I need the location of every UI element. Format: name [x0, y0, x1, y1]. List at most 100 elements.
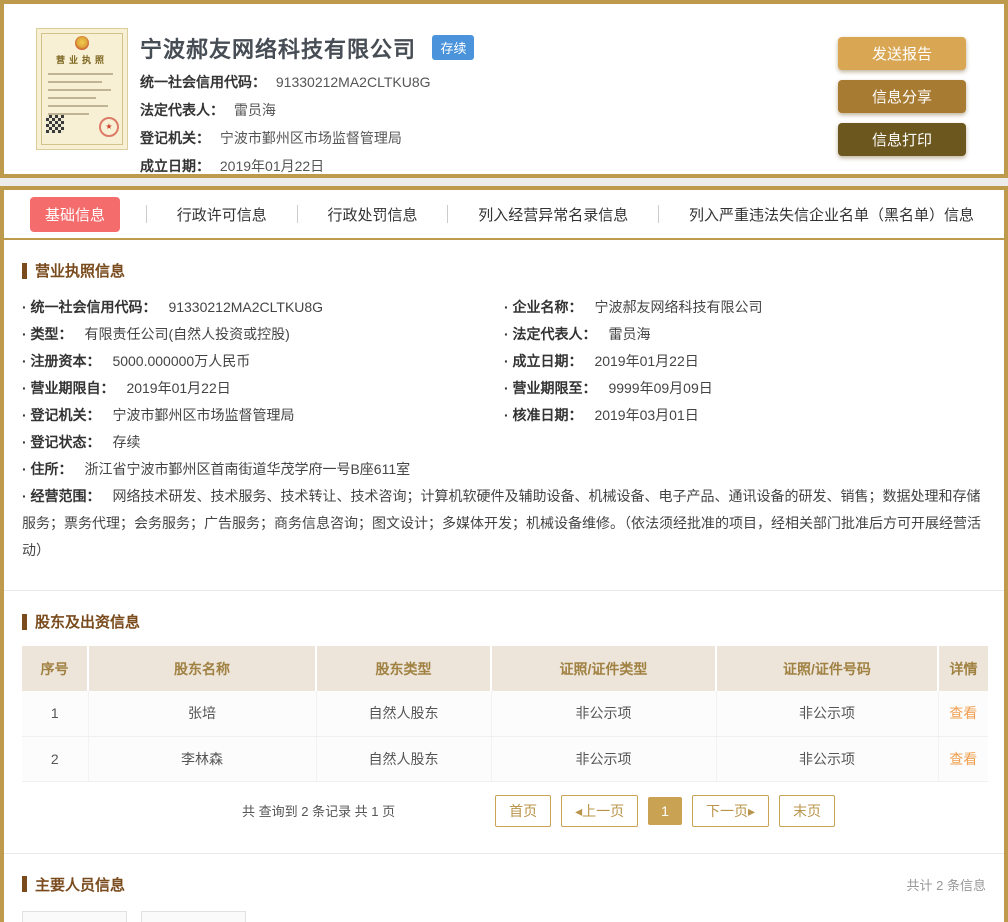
pagination: 共 查询到 2 条记录 共 1 页 首页 ◂上一页 1 下一页▸ 末页 — [22, 794, 986, 827]
business-license-image: 营业执照 — [36, 28, 128, 150]
license-thumb-title: 营业执照 — [55, 55, 108, 65]
col-header-cert-type: 证照/证件类型 — [491, 646, 717, 691]
tab-admin-license[interactable]: 行政许可信息 — [173, 198, 271, 231]
company-header-info: 宁波郝友网络科技有限公司 存续 统一社会信用代码： 91330212MA2CLT… — [140, 32, 475, 176]
cell-no: 1 — [22, 691, 89, 737]
field-label: · 经营范围： — [22, 488, 101, 504]
cell-cert-type: 非公示项 — [491, 736, 717, 782]
tab-divider — [658, 205, 660, 223]
field-label: · 住所： — [22, 461, 73, 477]
cell-detail: 查看 — [938, 691, 988, 737]
field-value: 2019年01月22日 — [594, 353, 699, 369]
field-label: · 类型： — [22, 326, 73, 342]
company-title-row: 宁波郝友网络科技有限公司 存续 — [140, 32, 475, 64]
field-label: · 登记机关： — [22, 407, 101, 423]
field-value: 宁波郝友网络科技有限公司 — [594, 299, 763, 315]
field-value: 2019年03月01日 — [594, 407, 699, 423]
field-label: · 营业期限至： — [504, 380, 597, 396]
field-credit-code: · 统一社会信用代码： 91330212MA2CLTKU8G — [22, 294, 504, 321]
section-divider — [4, 590, 1004, 591]
field-legal-representative: · 法定代表人： 雷员海 — [504, 321, 986, 348]
person-card[interactable]: 张培 监事 — [141, 910, 246, 922]
tab-basic-info[interactable]: 基础信息 — [30, 196, 121, 232]
qr-code-icon — [46, 115, 64, 133]
field-label: · 核准日期： — [504, 407, 583, 423]
field-label: · 成立日期： — [504, 353, 583, 369]
header-field-registry: 登记机关： 宁波市鄞州区市场监督管理局 — [140, 129, 474, 148]
field-company-type: · 类型： 有限责任公司(自然人投资或控股) — [22, 321, 504, 348]
cell-type: 自然人股东 — [316, 736, 492, 782]
field-label: · 注册资本： — [22, 353, 101, 369]
field-label: 法定代表人： — [140, 102, 224, 118]
tab-blacklist[interactable]: 列入严重违法失信企业名单（黑名单）信息 — [685, 198, 978, 231]
red-seal-icon — [99, 117, 119, 137]
tab-admin-penalty[interactable]: 行政处罚信息 — [323, 198, 421, 231]
print-info-button[interactable]: 信息打印 — [838, 123, 966, 156]
cell-name: 李林森 — [88, 736, 317, 782]
table-header-row: 序号 股东名称 股东类型 证照/证件类型 证照/证件号码 详情 — [22, 646, 988, 691]
prev-page-button[interactable]: ◂上一页 — [561, 794, 639, 827]
field-value: 9999年09月09日 — [608, 380, 713, 396]
field-business-scope: · 经营范围： 网络技术研发、技术服务、技术转让、技术咨询；计算机软硬件及辅助设… — [22, 483, 986, 564]
field-label: 统一社会信用代码： — [140, 74, 266, 90]
field-value: 浙江省宁波市鄞州区首南街道华茂学府一号B座611室 — [84, 461, 411, 477]
cell-cert-no: 非公示项 — [716, 736, 939, 782]
section-title-license-info: 营业执照信息 — [22, 260, 986, 281]
header-field-credit-code: 统一社会信用代码： 91330212MA2CLTKU8G — [140, 73, 474, 92]
national-emblem-icon — [75, 36, 89, 50]
table-row: 2 李林森 自然人股东 非公示项 非公示项 查看 — [22, 736, 988, 782]
field-value: 91330212MA2CLTKU8G — [275, 74, 431, 90]
company-summary-panel: 营业执照 宁波郝友网络科技有限公司 存续 统一社会信用代码： 91330212M… — [0, 0, 1008, 178]
section-divider — [4, 852, 1004, 854]
tab-bar: 基础信息 行政许可信息 行政处罚信息 列入经营异常名录信息 列入严重违法失信企业… — [4, 190, 1004, 240]
current-page-button[interactable]: 1 — [648, 796, 682, 825]
table-row: 1 张培 自然人股东 非公示项 非公示项 查看 — [22, 691, 988, 737]
staff-section-header: 主要人员信息 共计 2 条信息 — [22, 874, 986, 895]
next-page-button[interactable]: 下一页▸ — [691, 794, 769, 827]
cell-name: 张培 — [88, 691, 317, 737]
field-value: 宁波市鄞州区市场监督管理局 — [219, 130, 402, 146]
view-detail-link[interactable]: 查看 — [949, 705, 977, 721]
field-value: 91330212MA2CLTKU8G — [168, 299, 324, 315]
last-page-button[interactable]: 末页 — [779, 794, 835, 827]
license-info-fields: · 统一社会信用代码： 91330212MA2CLTKU8G · 类型： 有限责… — [22, 294, 986, 456]
col-header-no: 序号 — [22, 646, 89, 691]
tab-abnormal-operations[interactable]: 列入经营异常名录信息 — [474, 198, 632, 231]
field-registry-authority: · 登记机关： 宁波市鄞州区市场监督管理局 — [22, 402, 504, 429]
section-title-key-staff: 主要人员信息 — [22, 874, 125, 895]
field-establish-date: · 成立日期： 2019年01月22日 — [504, 348, 986, 375]
pagination-summary: 共 查询到 2 条记录 共 1 页 — [242, 804, 396, 819]
cell-cert-no: 非公示项 — [716, 691, 939, 737]
share-info-button[interactable]: 信息分享 — [838, 80, 966, 113]
field-value: 雷员海 — [608, 326, 651, 342]
field-company-name: · 企业名称： 宁波郝友网络科技有限公司 — [504, 294, 986, 321]
field-value: 有限责任公司(自然人投资或控股) — [84, 326, 290, 342]
field-value: 2019年01月22日 — [126, 380, 231, 396]
tab-content: 营业执照信息 · 统一社会信用代码： 91330212MA2CLTKU8G · … — [4, 260, 1004, 922]
detail-panel: 基础信息 行政许可信息 行政处罚信息 列入经营异常名录信息 列入严重违法失信企业… — [0, 186, 1008, 922]
field-term-to: · 营业期限至： 9999年09月09日 — [504, 375, 986, 402]
tab-divider — [296, 205, 298, 223]
view-detail-link[interactable]: 查看 — [949, 751, 977, 767]
field-label: 成立日期： — [140, 158, 210, 174]
send-report-button[interactable]: 发送报告 — [838, 37, 966, 70]
cell-type: 自然人股东 — [316, 691, 492, 737]
first-page-button[interactable]: 首页 — [495, 794, 552, 827]
header-field-established: 成立日期： 2019年01月22日 — [140, 157, 474, 176]
header-action-buttons: 发送报告 信息分享 信息打印 — [838, 37, 966, 166]
pagination-buttons: 首页 ◂上一页 1 下一页▸ 末页 — [495, 794, 835, 827]
tab-divider — [447, 205, 449, 223]
field-label: · 统一社会信用代码： — [22, 299, 157, 315]
header-field-legal-rep: 法定代表人： 雷员海 — [140, 101, 474, 120]
field-label: · 企业名称： — [504, 299, 583, 315]
cell-cert-type: 非公示项 — [491, 691, 717, 737]
field-value: 网络技术研发、技术服务、技术转让、技术咨询；计算机软硬件及辅助设备、机械设备、电… — [22, 488, 981, 558]
field-address: · 住所： 浙江省宁波市鄞州区首南街道华茂学府一号B座611室 — [22, 456, 986, 483]
tab-divider — [145, 205, 147, 223]
shareholders-table: 序号 股东名称 股东类型 证照/证件类型 证照/证件号码 详情 1 张培 自然人… — [22, 646, 988, 782]
field-value: 2019年01月22日 — [219, 158, 325, 174]
field-value: 存续 — [112, 434, 141, 450]
license-text-lines — [48, 73, 116, 121]
person-card[interactable]: 雷员海 执行董事兼总... — [22, 910, 127, 922]
col-header-cert-no: 证照/证件号码 — [716, 646, 939, 691]
